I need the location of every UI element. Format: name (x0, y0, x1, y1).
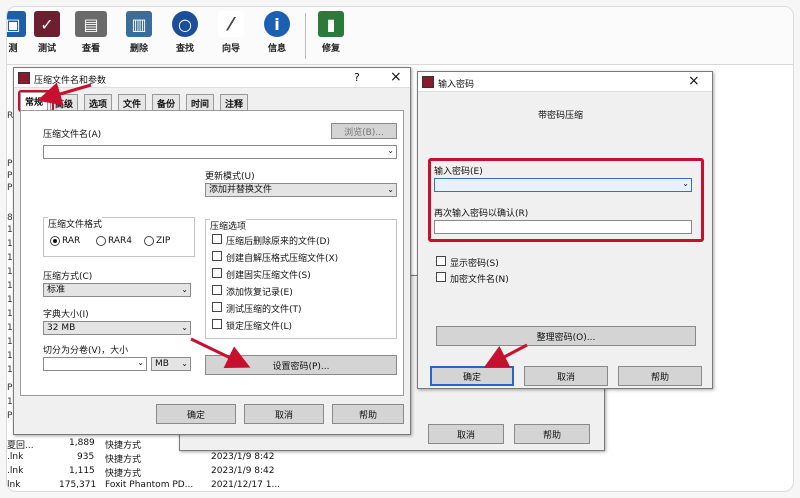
arrow-to-password-ok (483, 343, 528, 368)
arrow-to-general-tab (37, 82, 92, 106)
arrow-to-set-password (190, 337, 251, 369)
screenshot-frame: ▣ 测 ✓ 测试 ▤ 查看 ▥ 删除 ○ 查找 ⁄ 向导 i 信息 ▮ 修复 R… (6, 6, 794, 492)
annotation-arrows (37, 82, 528, 369)
